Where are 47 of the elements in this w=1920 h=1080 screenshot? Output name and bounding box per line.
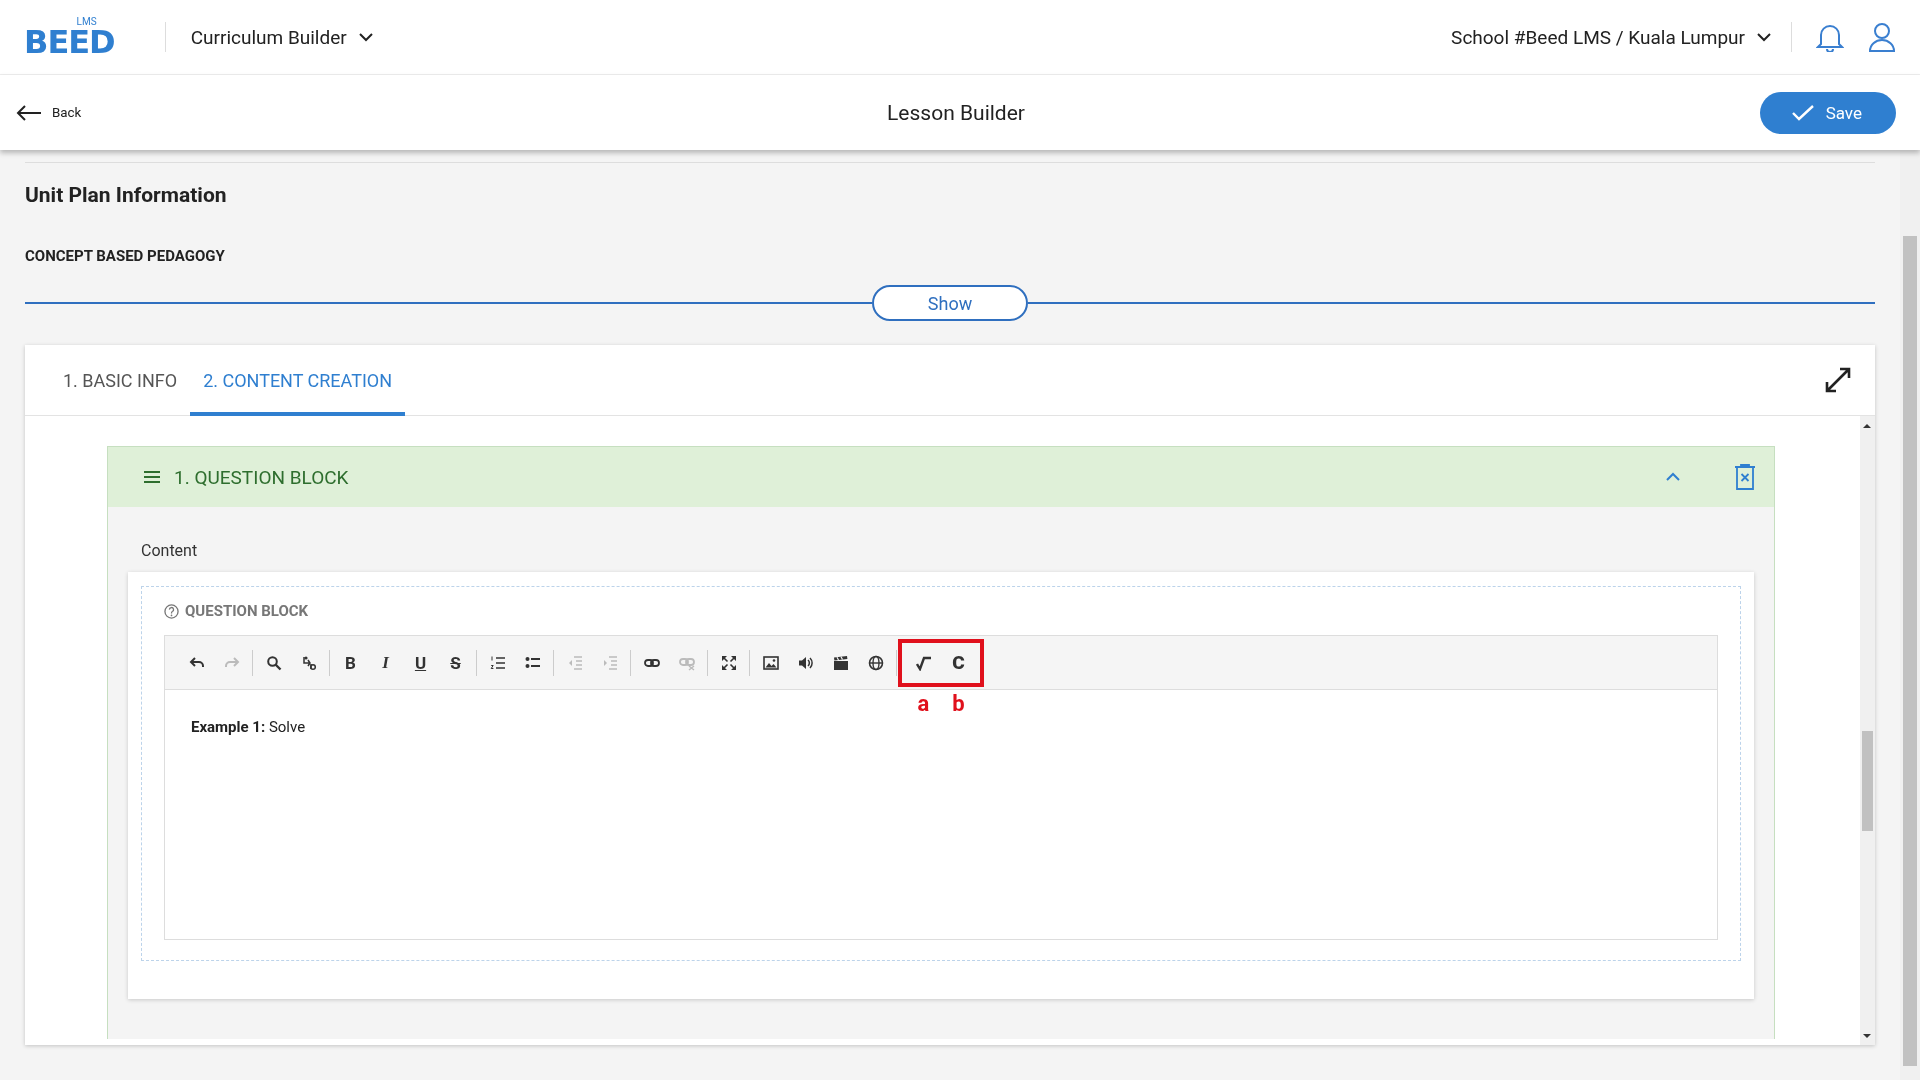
expand-icon[interactable] (1825, 367, 1851, 393)
tab[interactable]: 2. CONTENT CREATION (190, 345, 406, 416)
chevron-icon[interactable] (1666, 472, 1680, 482)
user-icon[interactable] (1868, 22, 1896, 52)
editor-title: QUESTION BLOCK (185, 602, 309, 620)
chevron-down-icon (1757, 32, 1771, 42)
chemistry-button[interactable]: C (941, 646, 976, 679)
checkmark-icon (1791, 104, 1814, 121)
math-icon (915, 654, 932, 671)
inner-scrollbar[interactable] (1860, 416, 1875, 1045)
logo-caption: LMS (76, 17, 97, 27)
italic-button[interactable]: I (368, 646, 403, 679)
tab[interactable]: 1. BASIC INFO (50, 345, 191, 416)
editor-text: Example 1: Solve (191, 718, 306, 736)
show-toggle-button[interactable]: Show (872, 285, 1028, 321)
video-icon (832, 654, 849, 671)
delete-icon[interactable] (1734, 464, 1756, 490)
field-label: Content (140, 540, 199, 562)
scrollbar-thumb[interactable] (1903, 236, 1917, 1066)
indent-icon (601, 654, 618, 671)
help-icon (164, 603, 179, 619)
chevron-down-icon (358, 32, 373, 42)
section-subtitle: CONCEPT BASED PEDAGOGY (25, 246, 226, 267)
back-link[interactable]: Back (16, 104, 82, 121)
school-dropdown[interactable]: School #Beed LMS / Kuala Lumpur (1451, 25, 1771, 49)
bullet-list-icon (524, 654, 541, 671)
replace-icon (300, 654, 317, 671)
module-dropdown[interactable]: Curriculum Builder (190, 25, 373, 49)
search-icon (265, 654, 282, 671)
ordered-list-icon (489, 654, 506, 671)
underline-button[interactable]: U (403, 646, 438, 679)
logo-wordmark: BEED (24, 27, 115, 57)
block-title: 1. QUESTION BLOCK (174, 465, 350, 489)
section-title: Unit Plan Information (25, 182, 228, 209)
globe-icon (867, 654, 884, 671)
page-title: Lesson Builder (887, 100, 1025, 125)
drag-handle-icon[interactable] (144, 470, 160, 484)
bold-button[interactable]: B (333, 646, 368, 679)
save-button[interactable]: Save (1759, 91, 1896, 134)
fullscreen-icon (720, 654, 737, 671)
bell-icon[interactable] (1816, 22, 1844, 52)
annotation-label: a (916, 690, 931, 716)
image-icon (762, 654, 779, 671)
annotation-label: b (951, 690, 966, 716)
arrow-left-icon (16, 104, 42, 121)
audio-icon (797, 654, 814, 671)
strike-button[interactable]: S (438, 646, 473, 679)
